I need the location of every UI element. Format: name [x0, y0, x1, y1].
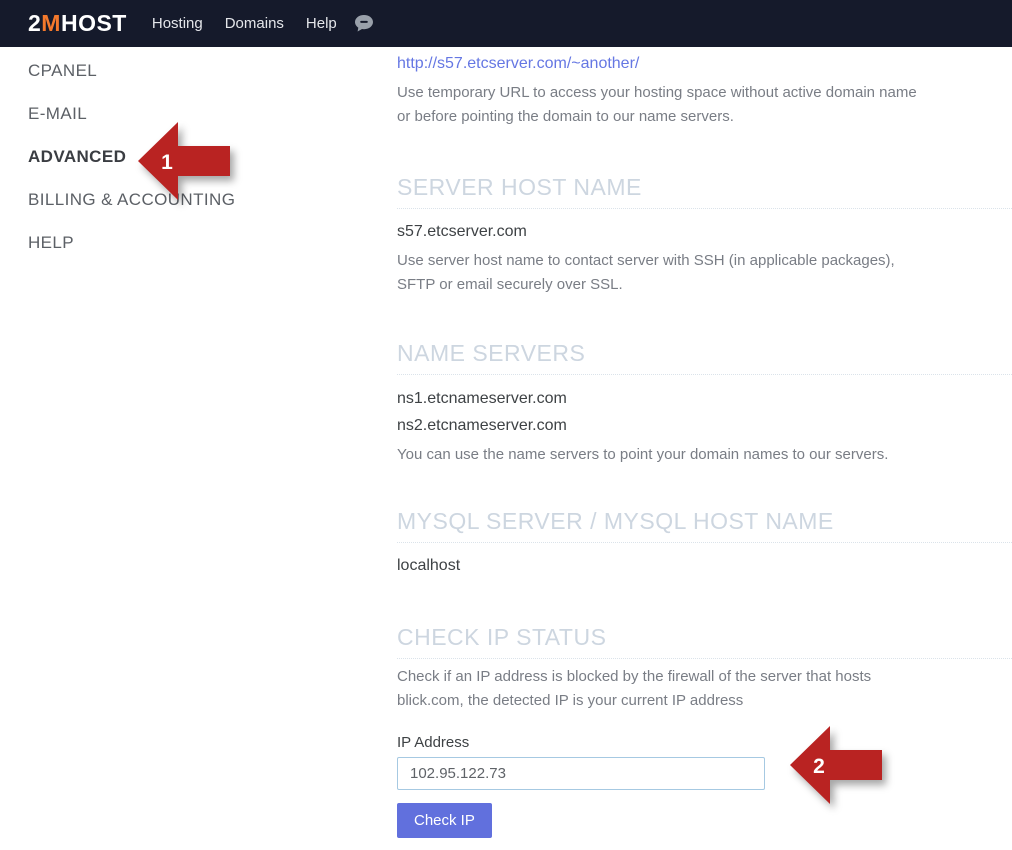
nav-item-help[interactable]: Help [295, 15, 348, 32]
top-navbar: 2MHOST Hosting Domains Help [0, 0, 1012, 47]
main-content: http://s57.etcserver.com/~another/ Use t… [397, 47, 1012, 838]
name-server-1: ns1.etcnameserver.com [397, 385, 1012, 412]
nav-item-hosting[interactable]: Hosting [141, 15, 214, 32]
chat-bubble-icon[interactable] [354, 14, 374, 33]
name-servers-description: You can use the name servers to point yo… [397, 443, 962, 467]
sidebar-item-cpanel[interactable]: CPANEL [28, 60, 397, 82]
logo-part-host: HOST [61, 10, 127, 36]
server-host-name-description: Use server host name to contact server w… [397, 249, 962, 297]
sidebar-item-help[interactable]: HELP [28, 232, 397, 254]
name-server-list: ns1.etcnameserver.com ns2.etcnameserver.… [397, 385, 1012, 439]
check-ip-description: Check if an IP address is blocked by the… [397, 665, 962, 713]
logo-part-m: M [41, 10, 61, 36]
nav-item-domains[interactable]: Domains [214, 15, 295, 32]
section-title-server-host-name: SERVER HOST NAME [397, 173, 1012, 209]
sidebar-item-billing[interactable]: BILLING & ACCOUNTING [28, 189, 397, 211]
name-server-2: ns2.etcnameserver.com [397, 412, 1012, 439]
temporary-url-description: Use temporary URL to access your hosting… [397, 81, 962, 129]
check-ip-button[interactable]: Check IP [397, 803, 492, 838]
mysql-host-value: localhost [397, 555, 1012, 577]
ip-address-input[interactable] [397, 757, 765, 790]
sidebar-item-email[interactable]: E-MAIL [28, 103, 397, 125]
page: 2MHOST Hosting Domains Help CPANEL E-MAI… [0, 0, 1012, 850]
section-title-mysql-host: MYSQL SERVER / MYSQL HOST NAME [397, 507, 1012, 543]
server-host-name-value: s57.etcserver.com [397, 221, 1012, 243]
sidebar-item-advanced[interactable]: ADVANCED [28, 146, 397, 168]
temporary-url-link[interactable]: http://s57.etcserver.com/~another/ [397, 53, 639, 75]
section-title-check-ip-status: CHECK IP STATUS [397, 623, 1012, 659]
section-title-name-servers: NAME SERVERS [397, 339, 1012, 375]
logo-part-2: 2 [28, 10, 41, 36]
sidebar-nav: CPANEL E-MAIL ADVANCED BILLING & ACCOUNT… [0, 47, 397, 275]
nav-menu: Hosting Domains Help [141, 15, 348, 32]
brand-logo[interactable]: 2MHOST [28, 10, 127, 37]
ip-address-label: IP Address [397, 733, 1012, 753]
